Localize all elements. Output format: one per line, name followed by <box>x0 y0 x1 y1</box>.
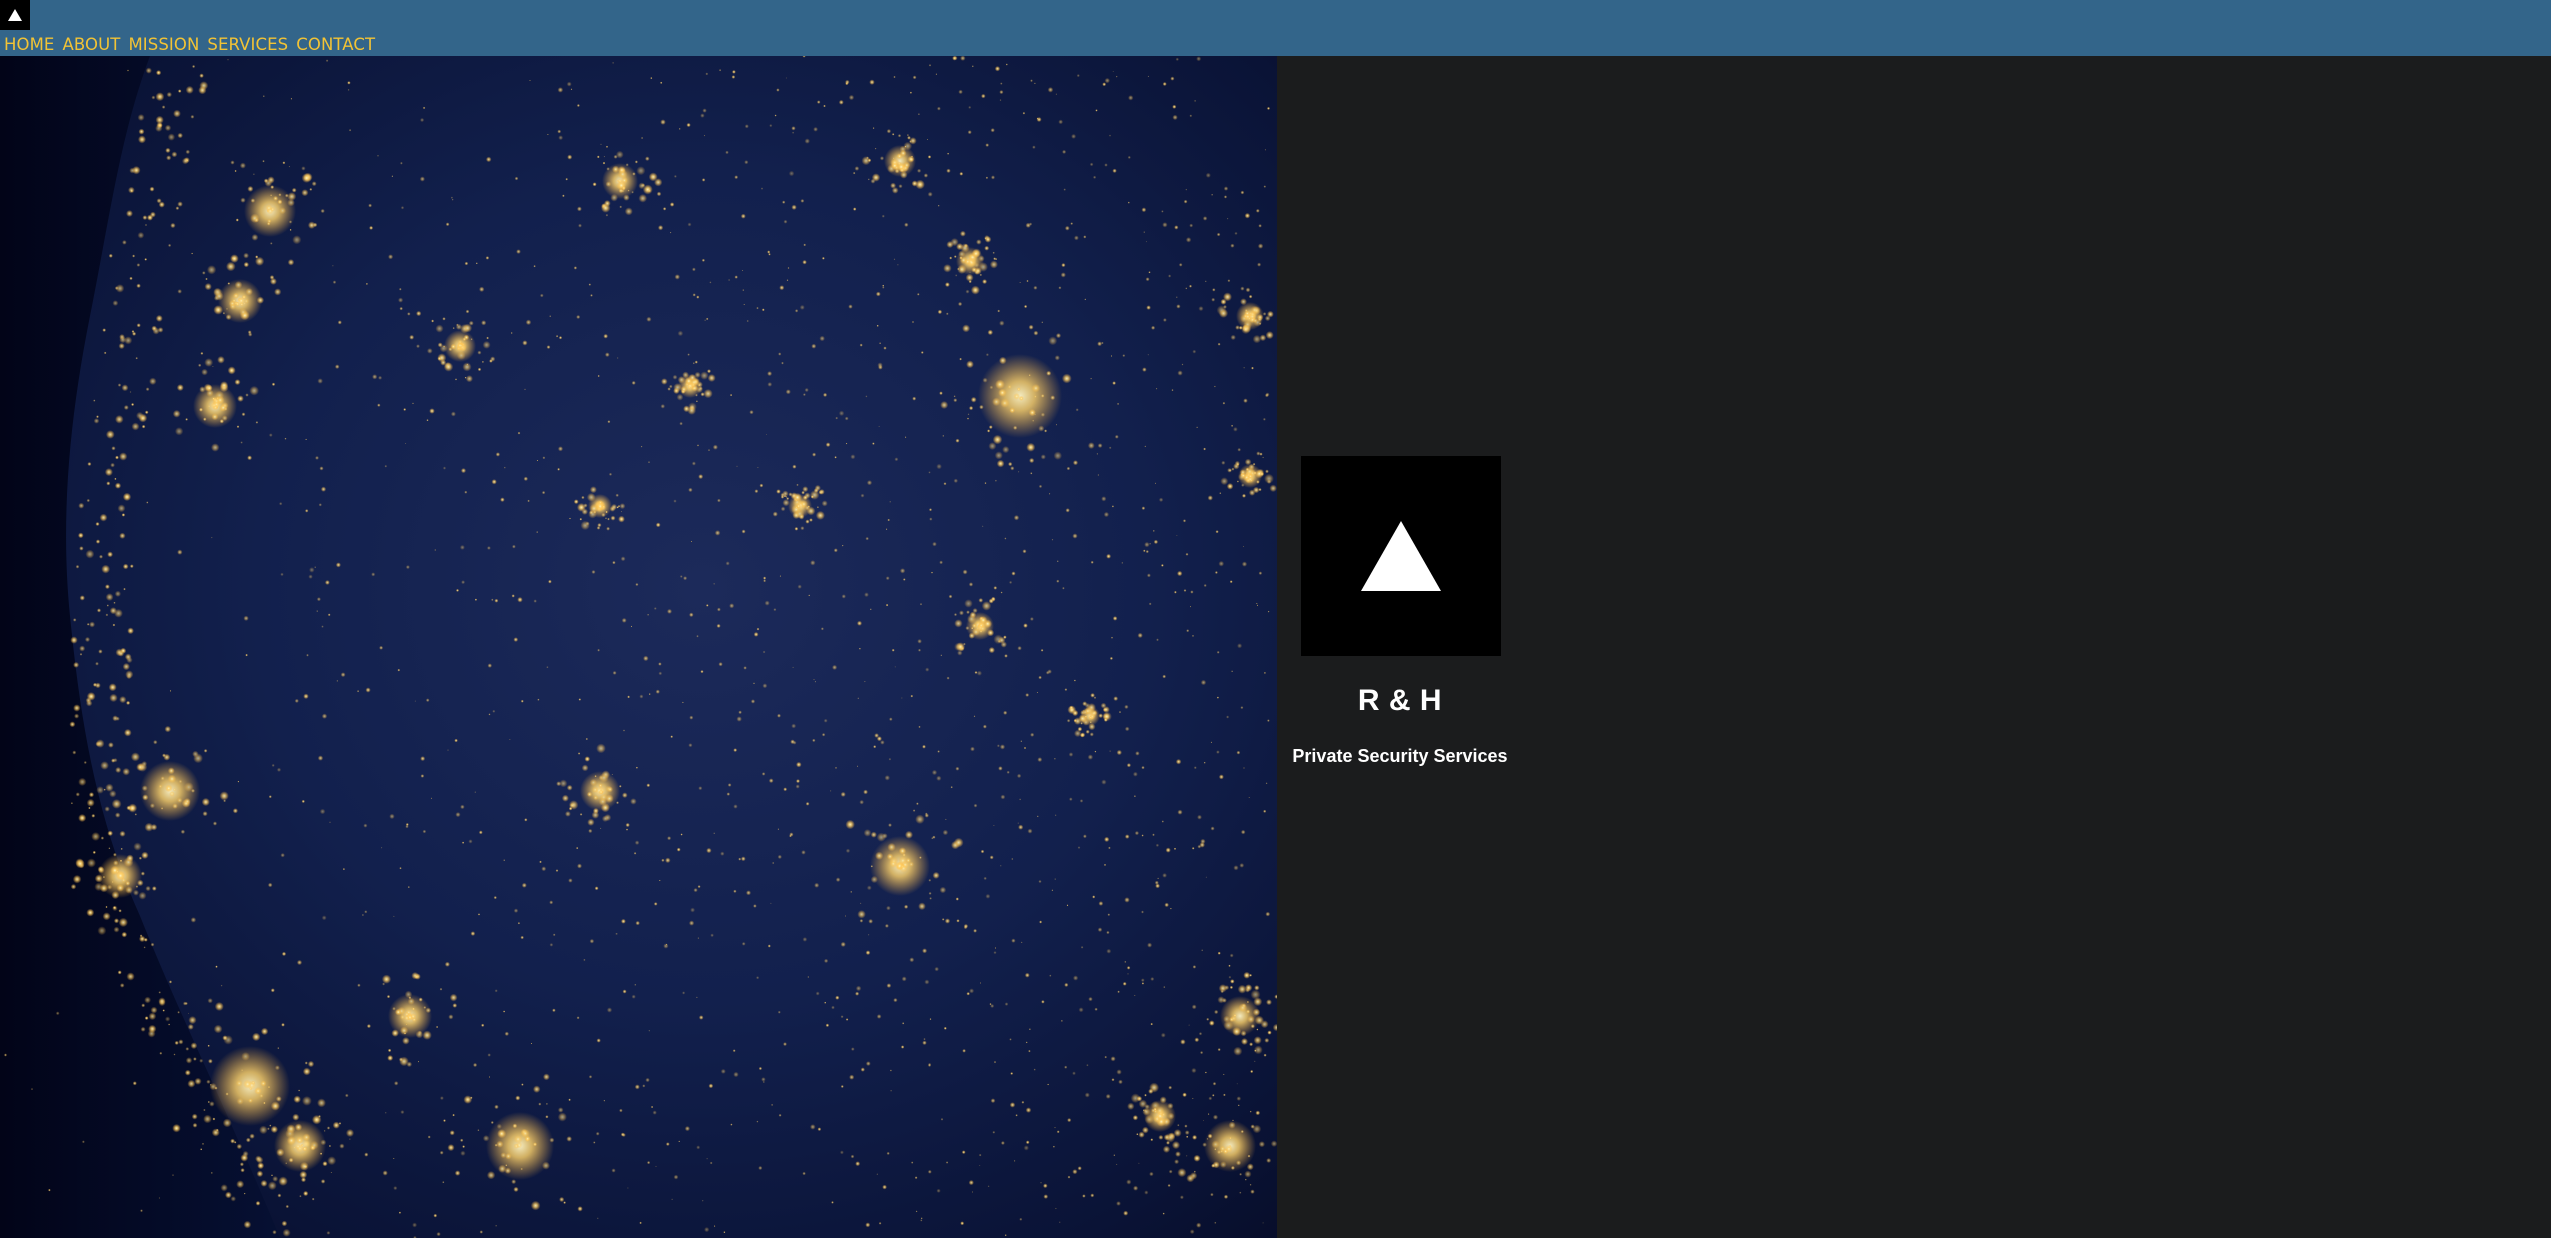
nav-contact-link[interactable]: CONTACT <box>296 34 375 56</box>
brand-tagline: Private Security Services <box>1292 746 1508 766</box>
night-lights-map <box>0 56 1277 1238</box>
triangle-icon <box>8 9 22 21</box>
nav-about-link[interactable]: ABOUT <box>62 34 120 56</box>
nav-mission-link[interactable]: MISSION <box>128 34 199 56</box>
triangle-icon <box>1361 521 1441 591</box>
hero-night-map-image <box>0 56 1277 1238</box>
brand-logo <box>1301 456 1501 656</box>
site-logo[interactable] <box>0 0 30 30</box>
brand-panel: R & H Private Security Services <box>1277 56 1523 796</box>
nav-services-link[interactable]: SERVICES <box>207 34 288 56</box>
nav-home-link[interactable]: HOME <box>4 34 54 56</box>
brand-name: R & H <box>1357 684 1443 717</box>
top-navigation-bar: HOME ABOUT MISSION SERVICES CONTACT <box>0 0 2551 56</box>
main-nav: HOME ABOUT MISSION SERVICES CONTACT <box>4 34 375 56</box>
